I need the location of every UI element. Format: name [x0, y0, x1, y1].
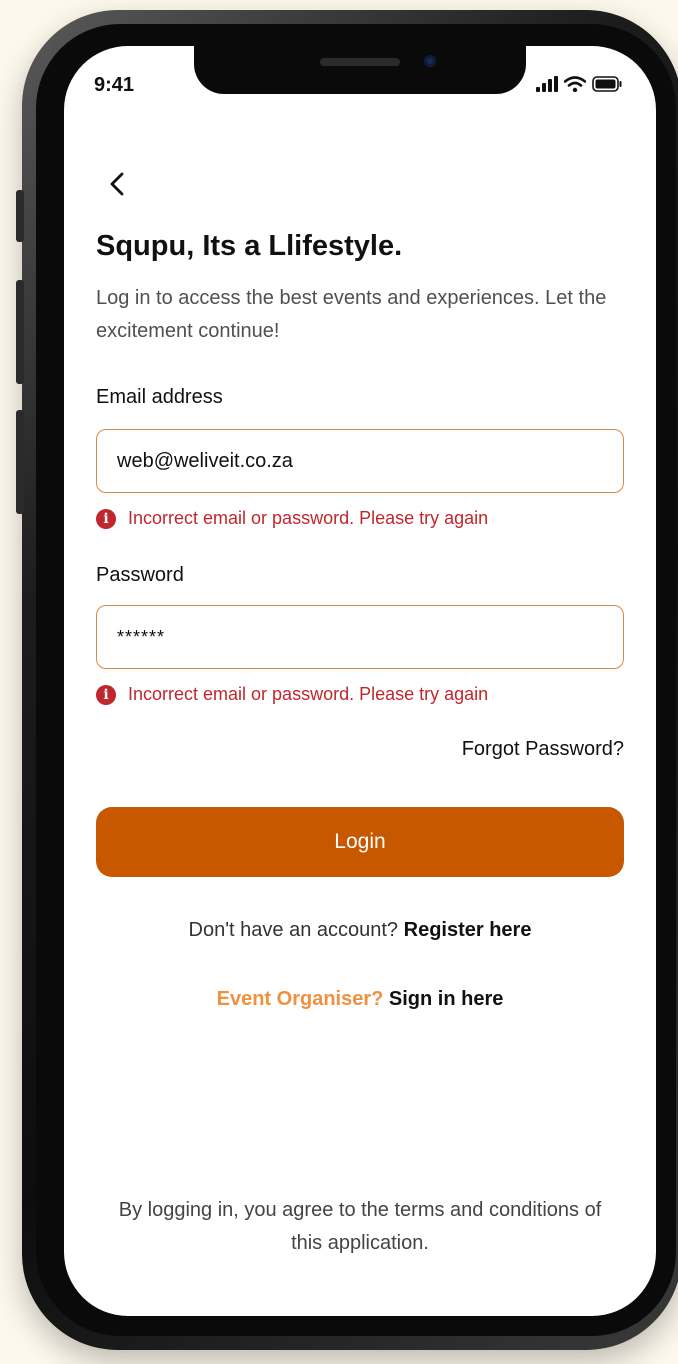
register-row: Don't have an account? Register here [64, 919, 656, 942]
email-label: Email address [96, 386, 223, 408]
email-error: i Incorrect email or password. Please tr… [96, 508, 488, 529]
email-field[interactable] [97, 430, 623, 492]
register-link[interactable]: Register here [404, 919, 532, 941]
login-button[interactable]: Login [96, 807, 624, 877]
status-icons [536, 76, 622, 92]
back-arrow-icon[interactable] [104, 170, 132, 198]
phone-volume-up [16, 280, 24, 384]
status-time: 9:41 [94, 74, 135, 96]
error-icon: i [96, 684, 116, 705]
error-icon: i [96, 508, 116, 529]
password-field-container [96, 605, 624, 669]
battery-icon [592, 76, 622, 92]
password-label: Password [96, 564, 184, 586]
phone-volume-down [16, 410, 24, 514]
signal-icon [536, 76, 558, 92]
page-subtitle: Log in to access the best events and exp… [96, 287, 607, 342]
email-field-container [96, 429, 624, 493]
terms-text: By logging in, you agree to the terms an… [118, 1199, 602, 1254]
organiser-prompt: Event Organiser? [216, 988, 384, 1010]
email-error-text: Incorrect email or password. Please try … [128, 508, 489, 528]
password-error: i Incorrect email or password. Please tr… [96, 684, 488, 705]
password-error-text: Incorrect email or password. Please try … [128, 684, 489, 704]
speaker [320, 58, 400, 66]
register-prompt: Don't have an account? [188, 919, 399, 941]
organiser-row: Event Organiser? Sign in here [64, 988, 656, 1011]
camera [424, 55, 436, 67]
forgot-password-link[interactable]: Forgot Password? [462, 738, 624, 761]
password-field[interactable] [97, 606, 623, 668]
page-title: Squpu, Its a Llifestyle. [96, 230, 403, 262]
app-screen: 9:41 Squpu, Its a Llifestyle. Log in to … [64, 46, 656, 1316]
organiser-sign-in-link[interactable]: Sign in here [389, 988, 503, 1010]
wifi-icon [564, 76, 586, 92]
phone-silent-switch [16, 190, 24, 242]
notch [194, 46, 526, 94]
